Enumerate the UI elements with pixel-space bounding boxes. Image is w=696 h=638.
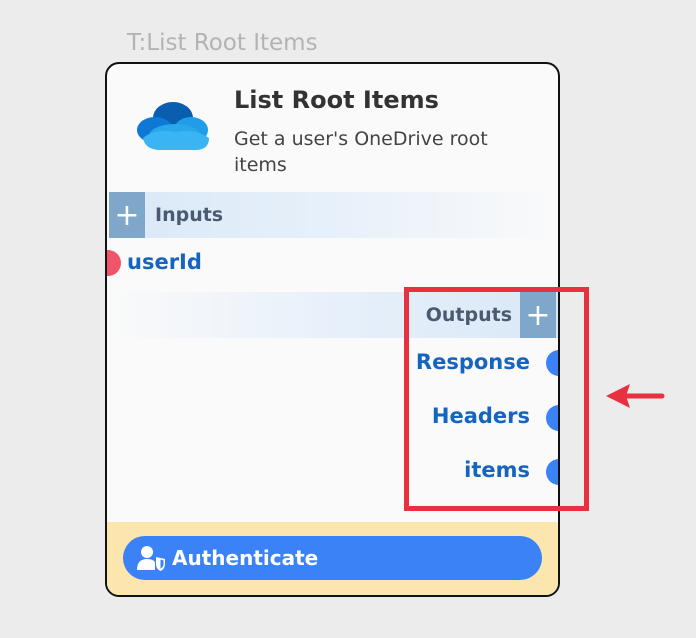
node-subtitle: Get a user's OneDrive root items [234,128,488,176]
outputs-section-header: Outputs + [107,292,558,338]
inputs-section-header: + Inputs [109,192,558,238]
userid-input-label: userId [127,250,202,274]
headers-output-label: Headers [431,404,530,428]
headers-output-port[interactable] [546,405,558,431]
userid-input-port[interactable] [107,250,121,276]
add-input-button[interactable]: + [109,192,145,238]
authenticate-button[interactable]: Authenticate [123,536,542,580]
node-footer: Authenticate [107,522,558,595]
items-output-port[interactable] [546,459,558,485]
add-output-button[interactable]: + [520,292,556,338]
left-arrow-icon [606,384,665,408]
response-output-port[interactable] [546,350,558,376]
response-output-label: Response [415,350,530,374]
user-shield-icon [137,546,165,571]
authenticate-label: Authenticate [172,546,319,570]
node-header: List Root Items Get a user's OneDrive ro… [107,64,558,192]
node-type-label: T:List Root Items [127,30,318,56]
list-root-items-node[interactable]: List Root Items Get a user's OneDrive ro… [105,62,560,597]
outputs-label: Outputs [425,304,512,326]
items-output-label: items [464,458,530,482]
onedrive-cloud-icon [137,102,209,150]
node-title: List Root Items [234,86,439,114]
inputs-label: Inputs [155,204,224,226]
